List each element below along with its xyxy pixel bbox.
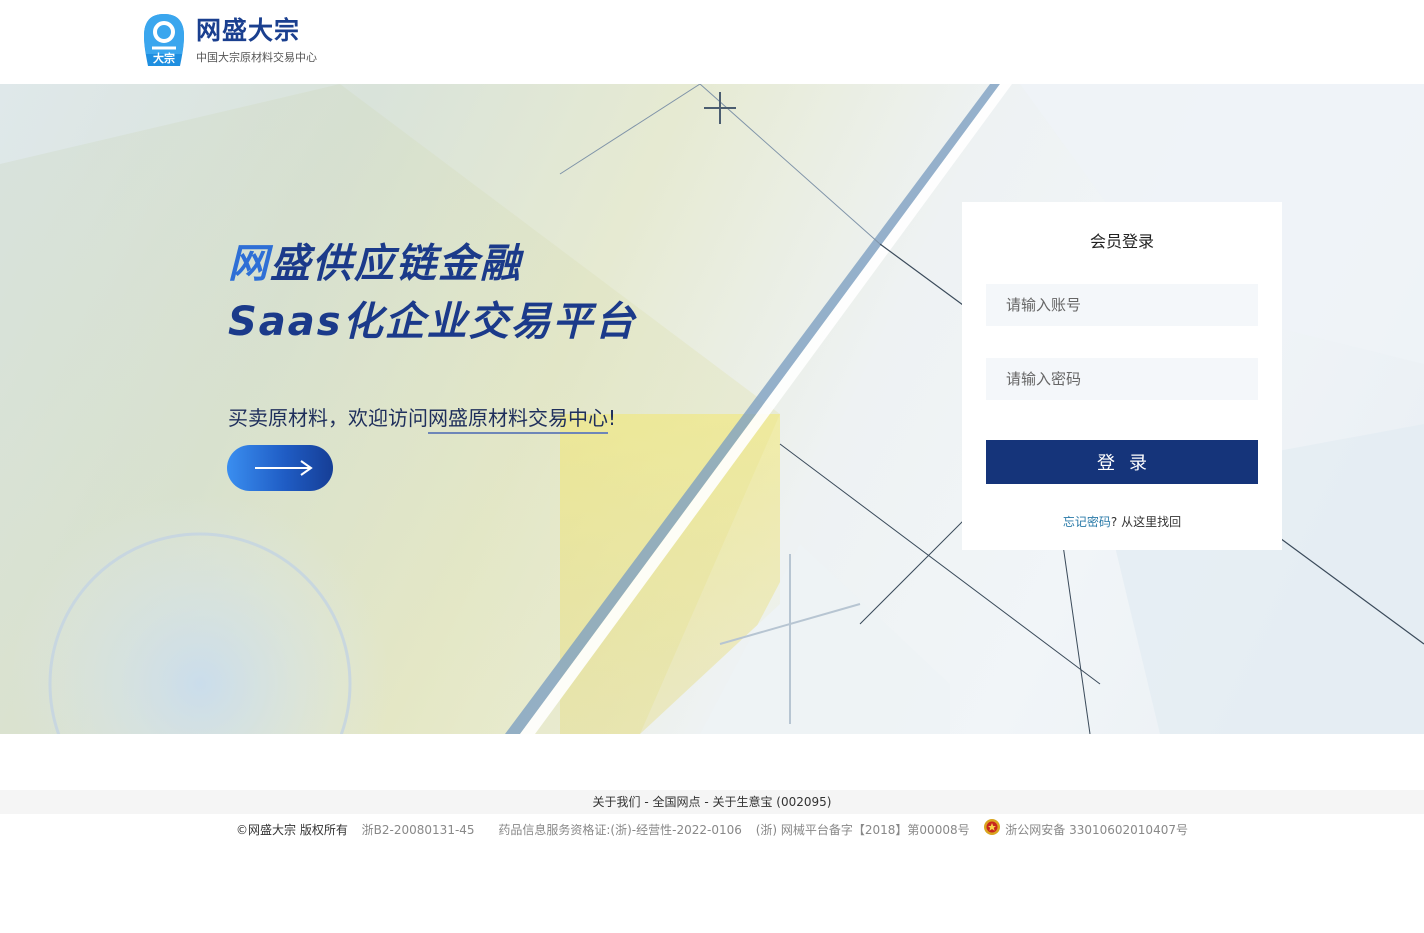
logo-subtitle: 中国大宗原材料交易中心: [196, 51, 317, 64]
enter-button[interactable]: [227, 445, 333, 491]
forgot-password-hint: 忘记密码? 从这里找回: [1062, 515, 1182, 529]
drug-license[interactable]: 药品信息服务资格证:(浙)-经营性-2022-0106: [498, 823, 741, 837]
slogan-line-1: 网盛供应链金融: [228, 241, 522, 287]
slogan-line-2: Saas化企业交易平台: [228, 299, 637, 345]
login-button[interactable]: 登录: [986, 440, 1258, 484]
device-record[interactable]: (浙) 网械平台备字【2018】第00008号: [756, 823, 970, 837]
icp-license[interactable]: 浙B2-20080131-45: [362, 823, 475, 837]
svg-text:大宗: 大宗: [153, 51, 175, 65]
police-badge-icon: [984, 819, 1001, 835]
site-header: 大宗 网盛大宗 中国大宗原材料交易中心: [0, 0, 1424, 84]
footer-link-shengyibao[interactable]: 关于生意宝 (002095): [712, 795, 831, 809]
arrow-right-icon: [255, 460, 313, 476]
footer-info: ©网盛大宗 版权所有 浙B2-20080131-45 药品信息服务资格证:(浙)…: [0, 816, 1424, 844]
footer-links: 关于我们 - 全国网点 - 关于生意宝 (002095): [0, 790, 1424, 814]
site-logo[interactable]: 大宗 网盛大宗 中国大宗原材料交易中心: [142, 12, 332, 70]
forgot-password-link[interactable]: 忘记密码: [1063, 515, 1111, 529]
logo-mark-icon: 大宗: [144, 14, 184, 66]
password-input[interactable]: [986, 358, 1258, 400]
logo-title: 网盛大宗: [196, 16, 301, 45]
login-panel: 会员登录 登录 忘记密码? 从这里找回: [962, 202, 1282, 550]
copyright: ©网盛大宗 版权所有: [236, 823, 348, 837]
police-record[interactable]: 浙公网安备 33010602010407号: [1005, 823, 1188, 837]
footer-link-about[interactable]: 关于我们: [593, 795, 641, 809]
footer-link-network[interactable]: 全国网点: [653, 795, 701, 809]
tagline: 买卖原材料，欢迎访问网盛原材料交易中心!: [228, 404, 616, 434]
login-title: 会员登录: [1089, 232, 1154, 251]
account-input[interactable]: [986, 284, 1258, 326]
